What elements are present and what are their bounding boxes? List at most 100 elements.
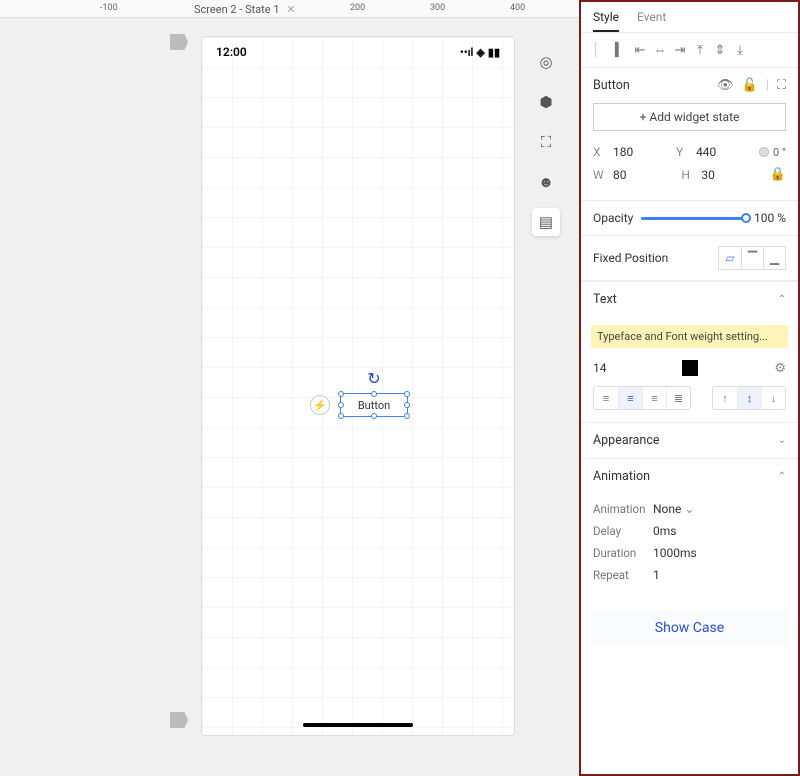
signal-icon: ••ıl — [460, 46, 474, 59]
align-bottom-icon[interactable]: ⤓ — [731, 41, 749, 59]
button-widget[interactable]: Button — [340, 393, 408, 417]
ruler-tick: -100 — [100, 3, 118, 13]
close-icon[interactable]: ✕ — [286, 3, 295, 16]
selected-widget[interactable]: ↻ ⚡ Button — [340, 393, 408, 417]
screen-label[interactable]: Screen 2 - State 1 ✕ — [192, 3, 297, 16]
typeface-warning[interactable]: Typeface and Font weight setting... — [591, 325, 788, 348]
w-input[interactable]: 80 — [613, 168, 645, 182]
resize-handle[interactable] — [404, 402, 410, 408]
delay-input[interactable]: 0ms — [653, 524, 676, 538]
repeat-input[interactable]: 1 — [653, 568, 660, 582]
flag-marker[interactable] — [170, 712, 188, 728]
angle-dial-icon[interactable] — [759, 147, 769, 157]
rotate-icon[interactable]: ↻ — [367, 369, 380, 388]
resize-handle[interactable] — [371, 391, 377, 397]
gear-icon[interactable]: ⚙ — [774, 361, 786, 376]
text-valign-bottom-icon[interactable]: ↓ — [761, 387, 785, 409]
resize-handle[interactable] — [338, 391, 344, 397]
h-input[interactable]: 30 — [701, 168, 733, 182]
visibility-icon[interactable]: 👁 — [717, 78, 734, 93]
flash-icon[interactable]: ⚡ — [310, 395, 330, 415]
layout-icon[interactable]: ▤ — [532, 208, 560, 236]
chevron-down-icon: ⌄ — [778, 435, 786, 446]
target-icon[interactable]: ◎ — [532, 48, 560, 76]
resize-handle[interactable] — [404, 391, 410, 397]
text-heading: Text — [593, 292, 617, 307]
fixed-none-icon[interactable]: ▱ — [719, 247, 741, 269]
duration-label: Duration — [593, 546, 653, 560]
opacity-slider[interactable] — [641, 217, 746, 220]
opacity-label: Opacity — [593, 211, 633, 225]
resize-handle[interactable] — [404, 413, 410, 419]
opacity-value[interactable]: 100 % — [754, 211, 786, 225]
resize-handle[interactable] — [338, 402, 344, 408]
align-center-icon[interactable]: ▍ — [611, 41, 629, 59]
fixed-top-icon[interactable]: ▔ — [741, 247, 763, 269]
chevron-up-icon: ⌃ — [778, 471, 786, 482]
resize-handle[interactable] — [371, 413, 377, 419]
canvas-area[interactable]: -100 0 100 200 300 400 Screen 2 - State … — [0, 0, 579, 776]
align-right-icon[interactable]: ⇥ — [671, 41, 689, 59]
text-valign-middle-icon[interactable]: ↕ — [737, 387, 761, 409]
panel-tabs: Style Event — [581, 2, 798, 33]
animation-heading: Animation — [593, 469, 650, 484]
fixed-position-row: Fixed Position ▱ ▔ ▁ — [581, 236, 798, 281]
x-label: X — [593, 145, 607, 159]
slider-thumb[interactable] — [741, 213, 751, 223]
selection-name: Button — [593, 78, 630, 93]
repeat-label: Repeat — [593, 568, 653, 582]
expand-icon[interactable]: ⛶ — [777, 78, 786, 93]
geometry-section: X180 Y440 0 ° W80 H30 🔒 — [581, 141, 798, 201]
align-left-icon[interactable]: ▏ — [591, 41, 609, 59]
anim-select[interactable]: None ⌄ — [653, 502, 694, 516]
home-indicator — [303, 723, 413, 727]
chevron-down-icon: ⌄ — [684, 502, 694, 516]
fixed-bottom-icon[interactable]: ▁ — [763, 247, 785, 269]
font-size-input[interactable]: 14 — [593, 361, 607, 375]
x-input[interactable]: 180 — [613, 145, 645, 159]
text-valign-top-icon[interactable]: ↑ — [713, 387, 737, 409]
align-top-icon[interactable]: ⤒ — [691, 41, 709, 59]
phone-frame[interactable]: 12:00 ••ıl ◈ ▮▮ ↻ ⚡ Button — [201, 36, 515, 736]
duration-input[interactable]: 1000ms — [653, 546, 697, 560]
align-vcenter-icon[interactable]: ⇕ — [711, 41, 729, 59]
flag-marker[interactable] — [170, 34, 188, 50]
tab-style[interactable]: Style — [593, 10, 619, 32]
screen-name: Screen 2 - State 1 — [194, 3, 280, 16]
selection-header: Button 👁 🔓 | ⛶ — [581, 68, 798, 103]
opacity-row: Opacity 100 % — [581, 201, 798, 236]
ruler-tick: 200 — [350, 3, 365, 13]
text-align-left-icon[interactable]: ≡ — [594, 387, 618, 409]
wifi-icon: ◈ — [476, 46, 484, 59]
fixed-label: Fixed Position — [593, 251, 668, 265]
resize-handle[interactable] — [338, 413, 344, 419]
appearance-heading: Appearance — [593, 433, 660, 448]
battery-icon: ▮▮ — [488, 46, 500, 59]
appearance-section-header[interactable]: Appearance ⌄ — [581, 422, 798, 458]
aspect-lock-icon[interactable]: 🔒 — [770, 167, 786, 182]
align-hcenter-icon[interactable]: ⇔ — [651, 41, 669, 59]
anim-label: Animation — [593, 502, 653, 516]
delay-label: Delay — [593, 524, 653, 538]
tab-event[interactable]: Event — [637, 10, 666, 32]
smile-icon[interactable]: ☻ — [532, 168, 560, 196]
chevron-up-icon: ⌃ — [778, 294, 786, 305]
text-section-header[interactable]: Text ⌃ — [581, 281, 798, 317]
properties-panel: Style Event ▏ ▍ ⇤ ⇔ ⇥ ⤒ ⇕ ⤓ Button 👁 🔓 |… — [579, 0, 800, 776]
add-widget-state-button[interactable]: + Add widget state — [593, 103, 786, 131]
showcase-button[interactable]: Show Case — [591, 610, 788, 646]
text-align-justify-icon[interactable]: ≣ — [666, 387, 690, 409]
widget-label: Button — [358, 399, 390, 412]
scan-icon[interactable]: ⛶ — [532, 128, 560, 156]
text-color-swatch[interactable] — [682, 360, 698, 376]
status-bar: 12:00 ••ıl ◈ ▮▮ — [202, 37, 514, 67]
y-input[interactable]: 440 — [696, 145, 728, 159]
lock-icon[interactable]: 🔓 — [742, 78, 758, 93]
align-toolbar: ▏ ▍ ⇤ ⇔ ⇥ ⤒ ⇕ ⤓ — [581, 33, 798, 68]
text-align-center-icon[interactable]: ≡ — [618, 387, 642, 409]
align-left2-icon[interactable]: ⇤ — [631, 41, 649, 59]
animation-section-header[interactable]: Animation ⌃ — [581, 458, 798, 494]
rotation-input[interactable]: 0 ° — [759, 146, 786, 159]
text-align-right-icon[interactable]: ≡ — [642, 387, 666, 409]
cube-icon[interactable]: ⬢ — [532, 88, 560, 116]
